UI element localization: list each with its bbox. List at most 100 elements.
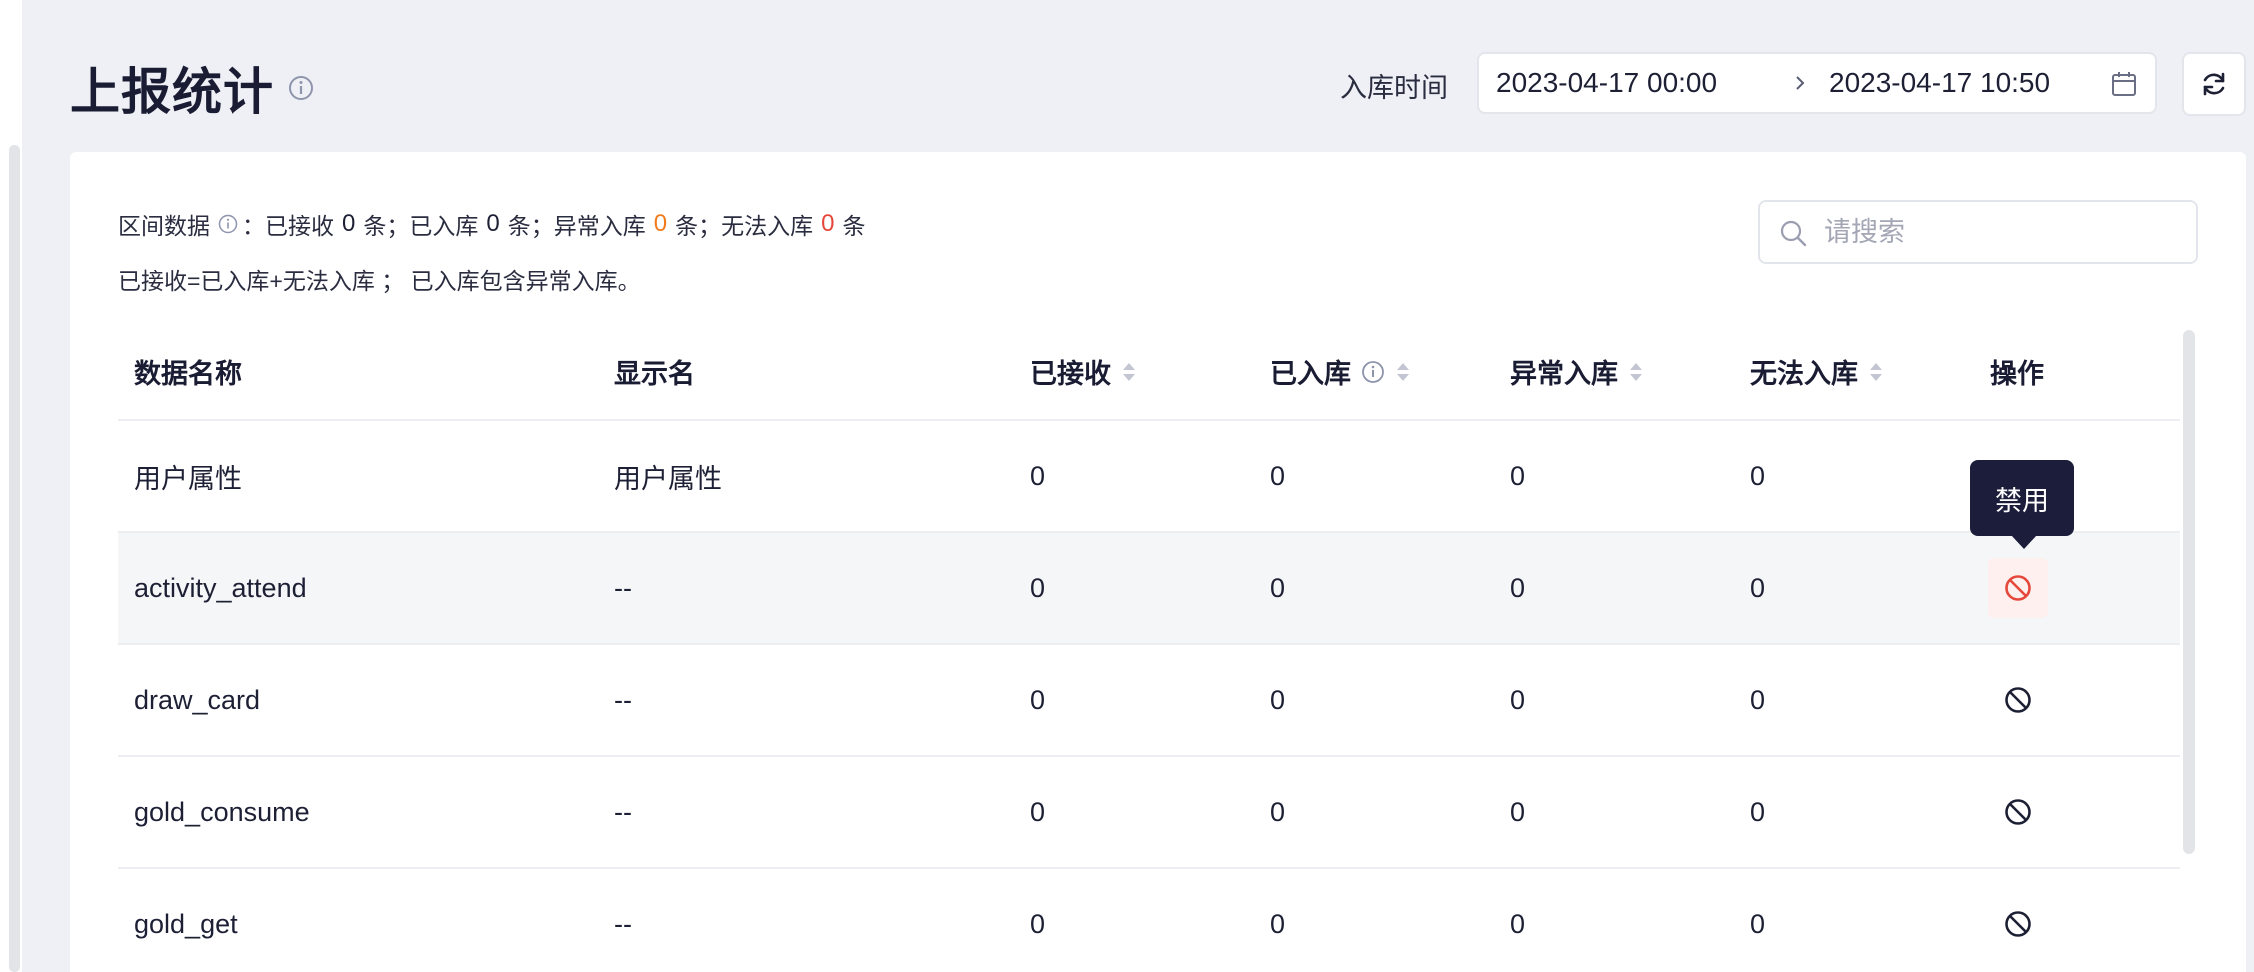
cell-failed: 0 xyxy=(1734,868,1974,972)
failed-count: 0 xyxy=(821,210,835,237)
interval-summary: 区间数据 ： 已接收 0 条；已入库 0 条；异常入库 0 条；无法入库 0 条 xyxy=(118,207,865,241)
col-header-name-label: 数据名称 xyxy=(134,359,242,389)
time-filter-label: 入库时间 xyxy=(1340,73,1448,103)
cell-display: 用户属性 xyxy=(598,420,1014,533)
col-header-stored[interactable]: 已入库 xyxy=(1254,324,1494,421)
cell-stored: 0 xyxy=(1254,532,1494,645)
col-header-failed-label: 无法入库 xyxy=(1750,359,1858,389)
tooltip-arrow xyxy=(2011,535,2037,549)
col-header-stored-label: 已入库 xyxy=(1270,359,1351,389)
sort-icon[interactable] xyxy=(1395,359,1411,385)
cell-display: -- xyxy=(598,756,1014,869)
cell-stored: 0 xyxy=(1254,868,1494,972)
table-header-row: 数据名称 显示名 已接收 已入库 异常入库 无法入库 操作 xyxy=(118,324,2180,421)
abnormal-label: 条；异常入库 xyxy=(507,213,646,239)
summary-tail: 条 xyxy=(842,213,866,239)
disable-button[interactable] xyxy=(1988,558,2048,618)
search-box[interactable] xyxy=(1758,200,2198,264)
col-header-display: 显示名 xyxy=(598,324,1014,421)
search-input[interactable] xyxy=(1824,212,2184,252)
col-header-received[interactable]: 已接收 xyxy=(1014,324,1254,421)
received-label: 已接收 xyxy=(265,213,334,239)
summary-colon: ： xyxy=(242,213,265,239)
cell-received: 0 xyxy=(1014,756,1254,869)
page-title: 上报统计 xyxy=(70,64,274,120)
left-scrollbar-thumb[interactable] xyxy=(9,145,20,972)
cell-action xyxy=(1974,644,2180,757)
cell-name: 用户属性 xyxy=(118,420,598,533)
stats-table-wrap: 数据名称 显示名 已接收 已入库 异常入库 无法入库 操作 用户属性 用户属性 … xyxy=(118,324,2180,972)
cell-received: 0 xyxy=(1014,868,1254,972)
cell-abnormal: 0 xyxy=(1494,420,1734,533)
range-start-value[interactable]: 2023-04-17 00:00 xyxy=(1496,67,1717,99)
left-scrollbar-track[interactable] xyxy=(0,0,22,972)
cell-failed: 0 xyxy=(1734,644,1974,757)
cell-name: activity_attend xyxy=(118,532,598,645)
col-header-failed[interactable]: 无法入库 xyxy=(1734,324,1974,421)
disable-button[interactable] xyxy=(1988,782,2048,842)
col-header-display-label: 显示名 xyxy=(614,359,695,389)
cell-action xyxy=(1974,756,2180,869)
refresh-button[interactable] xyxy=(2182,52,2246,116)
cell-name: gold_consume xyxy=(118,756,598,869)
calendar-icon[interactable] xyxy=(2109,69,2139,99)
cell-display: -- xyxy=(598,532,1014,645)
cell-abnormal: 0 xyxy=(1494,868,1734,972)
cell-received: 0 xyxy=(1014,420,1254,533)
range-end-value[interactable]: 2023-04-17 10:50 xyxy=(1829,67,2050,99)
summary-label: 区间数据 xyxy=(118,213,210,239)
cell-failed: 0 xyxy=(1734,532,1974,645)
cell-display: -- xyxy=(598,644,1014,757)
table-row[interactable]: activity_attend -- 0 0 0 0 xyxy=(118,532,2180,645)
cell-failed: 0 xyxy=(1734,420,1974,533)
cell-action xyxy=(1974,532,2180,645)
ban-icon xyxy=(2005,575,2031,601)
col-header-action-label: 操作 xyxy=(1990,359,2044,389)
info-icon[interactable] xyxy=(288,75,314,101)
col-header-received-label: 已接收 xyxy=(1030,359,1111,389)
cell-received: 0 xyxy=(1014,644,1254,757)
info-icon[interactable] xyxy=(1361,360,1385,384)
cell-abnormal: 0 xyxy=(1494,644,1734,757)
cell-stored: 0 xyxy=(1254,644,1494,757)
cell-stored: 0 xyxy=(1254,756,1494,869)
col-header-name: 数据名称 xyxy=(118,324,598,421)
stats-card: 区间数据 ： 已接收 0 条；已入库 0 条；异常入库 0 条；无法入库 0 条… xyxy=(70,152,2246,972)
stored-label: 条；已入库 xyxy=(363,213,479,239)
ban-icon xyxy=(2005,799,2031,825)
abnormal-count: 0 xyxy=(653,210,668,237)
cell-name: gold_get xyxy=(118,868,598,972)
cell-display: -- xyxy=(598,868,1014,972)
search-icon xyxy=(1780,220,1807,247)
stats-table: 数据名称 显示名 已接收 已入库 异常入库 无法入库 操作 用户属性 用户属性 … xyxy=(118,324,2180,972)
col-header-abnormal[interactable]: 异常入库 xyxy=(1494,324,1734,421)
disable-tooltip: 禁用 xyxy=(1970,460,2074,536)
disable-button[interactable] xyxy=(1988,670,2048,730)
table-scrollbar-thumb[interactable] xyxy=(2183,330,2195,854)
received-count: 0 xyxy=(342,210,356,237)
cell-failed: 0 xyxy=(1734,756,1974,869)
table-row[interactable]: draw_card -- 0 0 0 0 xyxy=(118,644,2180,757)
disable-button[interactable] xyxy=(1988,894,2048,954)
cell-abnormal: 0 xyxy=(1494,756,1734,869)
stored-count: 0 xyxy=(486,210,500,237)
failed-label: 条；无法入库 xyxy=(675,213,814,239)
cell-abnormal: 0 xyxy=(1494,532,1734,645)
sort-icon[interactable] xyxy=(1121,359,1137,385)
info-icon[interactable] xyxy=(218,214,238,234)
cell-action xyxy=(1974,868,2180,972)
chevron-right-icon xyxy=(1796,76,1805,90)
sort-icon[interactable] xyxy=(1628,359,1644,385)
col-header-action: 操作 xyxy=(1974,324,2180,421)
cell-name: draw_card xyxy=(118,644,598,757)
sort-icon[interactable] xyxy=(1868,359,1884,385)
table-row[interactable]: gold_consume -- 0 0 0 0 xyxy=(118,756,2180,869)
formula-note: 已接收=已入库+无法入库 ； 已入库包含异常入库。 xyxy=(118,268,641,294)
col-header-abnormal-label: 异常入库 xyxy=(1510,359,1618,389)
date-range-picker[interactable]: 2023-04-17 00:00 2023-04-17 10:50 xyxy=(1477,52,2157,114)
page-header: 上报统计 xyxy=(70,52,314,124)
table-row[interactable]: gold_get -- 0 0 0 0 xyxy=(118,868,2180,972)
table-row[interactable]: 用户属性 用户属性 0 0 0 0 xyxy=(118,420,2180,533)
ban-icon xyxy=(2005,911,2031,937)
cell-stored: 0 xyxy=(1254,420,1494,533)
